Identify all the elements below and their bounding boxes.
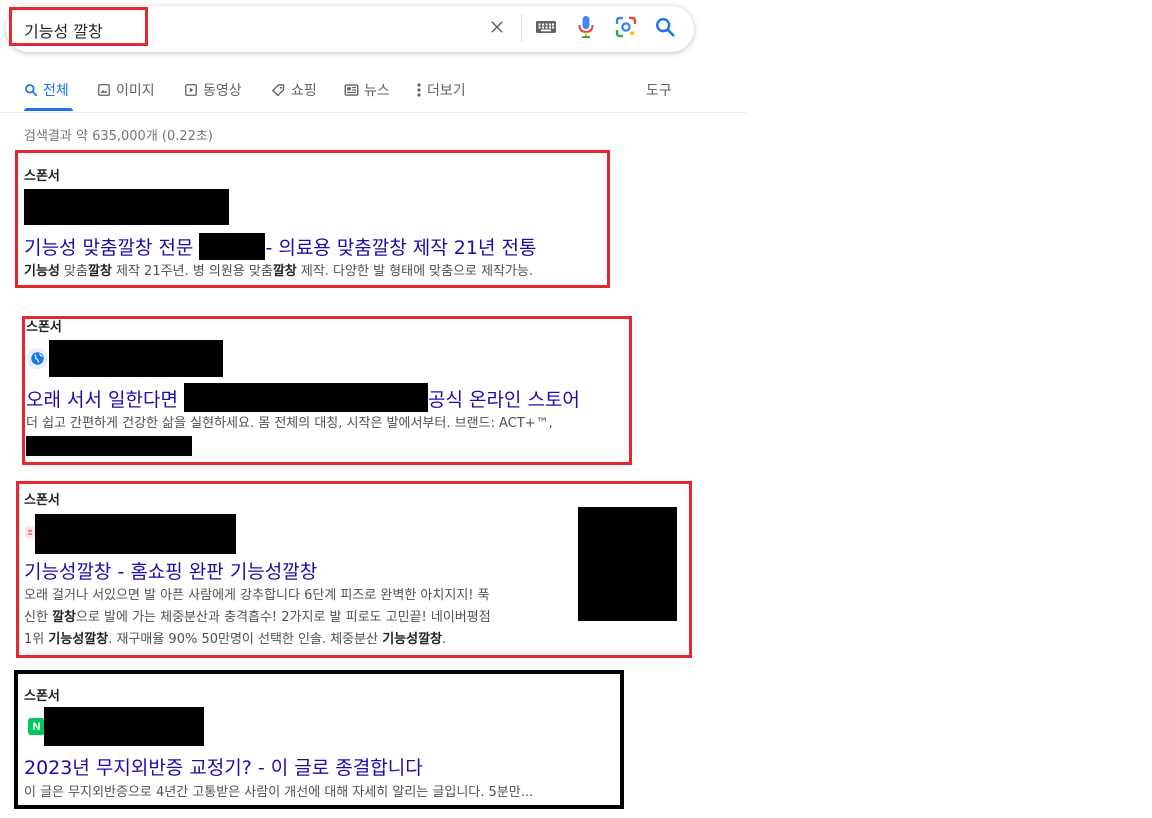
news-icon [344, 84, 359, 96]
search-icon[interactable] [653, 15, 677, 39]
naver-icon: N [28, 718, 45, 735]
ad-description-line: 더 쉽고 간편하게 건강한 삶을 실현하세요. 몸 전체의 대칭, 시작은 발에… [26, 413, 553, 435]
highlighted-keyword: 깔창 [52, 610, 76, 625]
ad-description-line: 기능성 맞춤깔창 제작 21주년. 병 의원용 맞춤깔창 제작. 다양한 발 형… [24, 261, 533, 283]
ad-description-line: 1위 기능성깔창. 재구매율 90% 50만명이 선택한 인솔. 체중분산 기능… [24, 629, 491, 651]
description-text: . 재구매율 90% 50만명이 선택한 인솔. 체중분산 [108, 632, 383, 647]
active-tab-indicator [24, 108, 73, 111]
search-icon [25, 84, 38, 97]
tab-label: 뉴스 [364, 83, 390, 99]
description-text: 더 쉽고 간편하게 건강한 삶을 실현하세요. 몸 전체의 대칭, 시작은 발에… [26, 416, 553, 431]
tab-more[interactable]: 더보기 [416, 81, 466, 99]
tag-icon [272, 83, 285, 96]
ad-description: 오래 걸거나 서있으면 발 아픈 사람에게 강추합니다 6단계 피즈로 완벽한 … [24, 585, 491, 651]
result-stats: 검색결과 약 635,000개 (0.22초) [24, 129, 213, 144]
tab-label: 동영상 [203, 83, 242, 99]
description-text: 이 글은 무지외반증으로 4년간 고통받은 사람이 개선에 대해 자세히 알리는… [24, 785, 534, 800]
description-text: 1위 [24, 632, 49, 647]
ad-description-line: 이 글은 무지외반증으로 4년간 고통받은 사람이 개선에 대해 자세히 알리는… [24, 782, 533, 804]
tabs-divider [0, 112, 746, 113]
more-vert-icon [417, 83, 421, 97]
tab-label: 이미지 [116, 83, 155, 99]
query-highlight-box [9, 7, 148, 46]
tab-news[interactable]: 뉴스 [344, 81, 390, 99]
sponsored-label: 스폰서 [24, 689, 60, 704]
description-text: 으로 발에 가는 체중분산과 충격흡수! 2가지로 발 피로도 고민끝! 네이버… [75, 610, 491, 625]
highlighted-keyword: 기능성 [24, 264, 60, 279]
tab-shopping[interactable]: 쇼핑 [271, 81, 317, 99]
ad-description: 기능성 맞춤깔창 제작 21주년. 병 의원용 맞춤깔창 제작. 다양한 발 형… [24, 261, 533, 283]
highlighted-keyword: 기능성깔창 [48, 632, 109, 647]
keyboard-icon[interactable] [534, 15, 558, 39]
ad-description: 이 글은 무지외반증으로 4년간 고통받은 사람이 개선에 대해 자세히 알리는… [24, 782, 533, 804]
ad-description: 더 쉽고 간편하게 건강한 삶을 실현하세요. 몸 전체의 대칭, 시작은 발에… [26, 413, 553, 435]
highlighted-keyword: 기능성깔창 [382, 632, 442, 647]
ad-description-line: 오래 걸거나 서있으면 발 아픈 사람에게 강추합니다 6단계 피즈로 완벽한 … [24, 585, 491, 607]
globe-icon [27, 348, 48, 369]
google-lens-icon[interactable] [614, 15, 638, 39]
description-text: 제작 21주년. 병 의원용 맞춤 [111, 264, 273, 279]
redacted-brand [199, 233, 266, 260]
sponsored-label: 스폰서 [26, 320, 62, 335]
redacted-thumbnail [578, 507, 677, 621]
search-divider [521, 14, 522, 42]
ad-description-line: 신한 깔창으로 발에 가는 체중분산과 충격흡수! 2가지로 발 피로도 고민끝… [24, 607, 491, 629]
ad-title-link[interactable]: 기능성깔창 - 홈쇼핑 완판 기능성깔창 [24, 557, 317, 584]
sponsored-label: 스폰서 [24, 493, 60, 508]
ad-title-part: - 의료용 맞춤깔창 제작 21년 전통 [265, 237, 537, 259]
clear-icon[interactable] [485, 15, 509, 39]
description-text: 제작. 다양한 발 형태에 맞춤으로 제작가능. [296, 264, 534, 279]
tab-label: 쇼핑 [291, 83, 317, 99]
highlighted-keyword: 깔창 [87, 264, 112, 279]
ad-title-part: 오래 서서 일한다면 [26, 389, 184, 411]
highlighted-keyword: 깔창 [272, 264, 297, 279]
ad-title-link[interactable]: 오래 서서 일한다면 공식 온라인 스토어 [26, 383, 580, 412]
ad-title-link[interactable]: 2023년 무지외반증 교정기? - 이 글로 종결합니다 [24, 753, 423, 780]
microphone-icon[interactable] [574, 15, 598, 39]
redacted-advertiser [44, 707, 204, 746]
tab-all[interactable]: 전체 [24, 81, 69, 99]
tab-images[interactable]: 이미지 [97, 81, 155, 99]
favicon-icon [25, 523, 35, 541]
description-text: 오래 걸거나 서있으면 발 아픈 사람에게 강추합니다 6단계 피즈로 완벽한 … [24, 588, 490, 603]
play-icon [185, 84, 197, 96]
tools-label: 도구 [646, 83, 672, 99]
redacted-advertiser [24, 189, 229, 225]
sponsored-label: 스폰서 [24, 169, 60, 184]
redacted-brand [183, 383, 428, 412]
ad-title-part: 기능성 맞춤깔창 전문 [24, 237, 200, 259]
tab-videos[interactable]: 동영상 [184, 81, 242, 99]
description-text: 맞춤 [59, 264, 88, 279]
tab-label: 전체 [43, 83, 69, 99]
tools-button[interactable]: 도구 [646, 81, 672, 99]
description-text: . [442, 632, 447, 647]
ad-title-part: 공식 온라인 스토어 [427, 389, 580, 411]
image-icon [98, 84, 110, 96]
redacted-advertiser [49, 340, 223, 377]
redacted-text [26, 436, 192, 456]
redacted-advertiser [35, 514, 236, 554]
ad-title-link[interactable]: 기능성 맞춤깔창 전문 - 의료용 맞춤깔창 제작 21년 전통 [24, 233, 536, 260]
tab-label: 더보기 [427, 83, 466, 99]
description-text: 신한 [24, 610, 53, 625]
